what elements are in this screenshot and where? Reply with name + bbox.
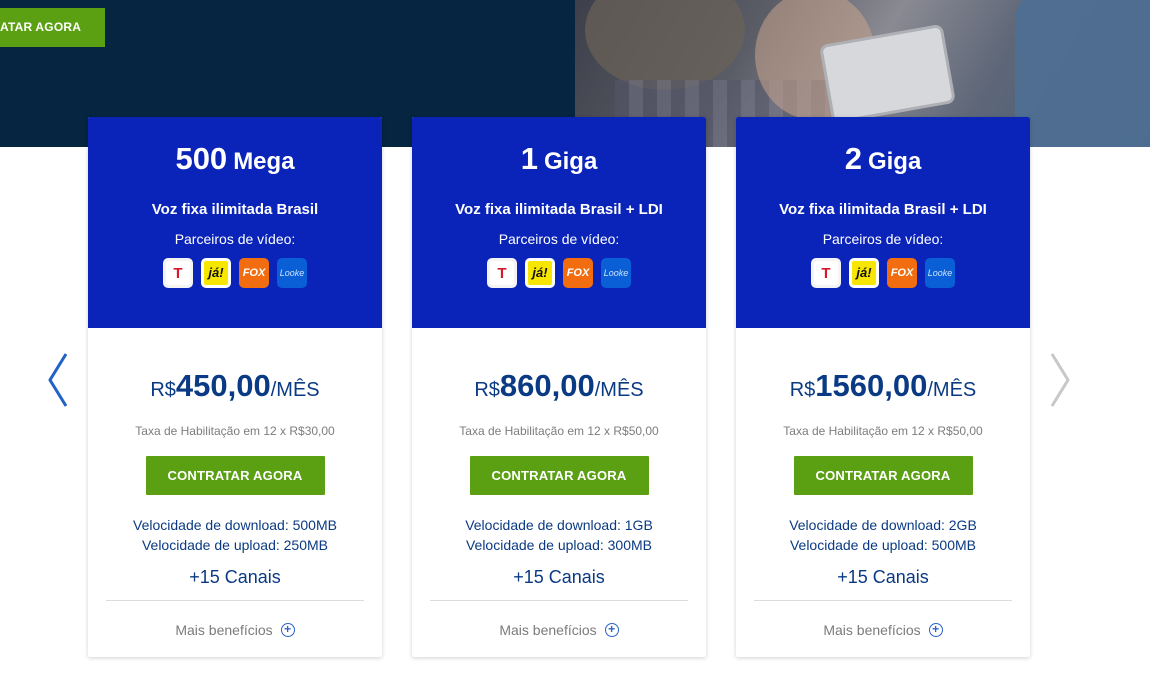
telecine-play-logo: T	[811, 258, 841, 288]
partners-label: Parceiros de vídeo:	[822, 231, 944, 247]
upload-speed: Velocidade de upload: 300MB	[465, 537, 653, 553]
plan-price: R$860,00/MÊS	[412, 368, 706, 408]
telecine-play-logo: T	[163, 258, 193, 288]
ja-logo: já!	[525, 258, 555, 288]
more-benefits-label: Mais benefícios	[175, 622, 273, 638]
plus-circle-icon: +	[280, 623, 295, 637]
plan-price: R$1560,00/MÊS	[736, 368, 1030, 408]
plan-name: 2 Giga	[736, 117, 1030, 189]
plan-speed-unit: Mega	[233, 148, 295, 175]
plus-circle-icon: +	[928, 623, 943, 637]
chevron-left-icon	[48, 353, 68, 407]
speed-info: Velocidade de download: 500MB Velocidade…	[88, 515, 382, 555]
carousel-prev-button[interactable]	[44, 350, 74, 410]
plan-card-header: 500 Mega Voz fixa ilimitada Brasil Parcei…	[88, 117, 382, 328]
fox-logo: FOX	[887, 258, 917, 288]
divider	[754, 600, 1012, 601]
price-period: /MÊS	[270, 379, 320, 401]
price-period: /MÊS	[594, 379, 644, 401]
plan-voice: Voz fixa ilimitada Brasil + LDI	[455, 201, 663, 218]
photo-shape	[1015, 0, 1150, 147]
upload-speed: Velocidade de upload: 250MB	[141, 537, 329, 553]
plan-speed-number: 1	[520, 141, 538, 176]
upload-speed: Velocidade de upload: 500MB	[789, 537, 977, 553]
more-benefits-link[interactable]: Mais benefícios +	[736, 622, 1030, 638]
plan-card-header: 2 Giga Voz fixa ilimitada Brasil + LDI Pa…	[736, 117, 1030, 328]
partners-label: Parceiros de vídeo:	[174, 231, 296, 247]
price-currency: R$	[789, 379, 816, 401]
looke-logo: Looke	[601, 258, 631, 288]
partner-logos: T já! FOX Looke	[412, 258, 706, 288]
speed-info: Velocidade de download: 1GB Velocidade d…	[412, 515, 706, 555]
channels-count: +15 Canais	[513, 567, 605, 587]
setup-fee: Taxa de Habilitação em 12 x R$50,00	[459, 424, 659, 438]
plan-speed-unit: Giga	[867, 148, 922, 175]
looke-logo: Looke	[277, 258, 307, 288]
price-currency: R$	[474, 379, 500, 401]
contract-button[interactable]: CONTRATAR AGORA	[469, 456, 649, 495]
plan-card-header: 1 Giga Voz fixa ilimitada Brasil + LDI Pa…	[412, 117, 706, 328]
more-benefits-label: Mais benefícios	[823, 622, 921, 638]
download-speed: Velocidade de download: 500MB	[133, 517, 337, 533]
hero-cta-button[interactable]: ATAR AGORA	[0, 8, 105, 47]
more-benefits-link[interactable]: Mais benefícios +	[412, 622, 706, 638]
plan-speed-number: 500	[175, 141, 228, 176]
divider	[106, 600, 364, 601]
plan-card: 2 Giga Voz fixa ilimitada Brasil + LDI Pa…	[736, 117, 1030, 657]
partner-logos: T já! FOX Looke	[88, 258, 382, 288]
plan-card: 500 Mega Voz fixa ilimitada Brasil Parcei…	[88, 117, 382, 657]
price-currency: R$	[150, 379, 176, 401]
plan-voice: Voz fixa ilimitada Brasil + LDI	[779, 201, 987, 218]
price-value: 860,00	[499, 368, 595, 403]
divider	[430, 600, 688, 601]
contract-button[interactable]: CONTRATAR AGORA	[145, 456, 325, 495]
plan-voice: Voz fixa ilimitada Brasil	[151, 201, 319, 218]
plan-name: 1 Giga	[412, 117, 706, 189]
chevron-right-icon	[1050, 353, 1070, 407]
setup-fee: Taxa de Habilitação em 12 x R$30,00	[135, 424, 335, 438]
channels-count: +15 Canais	[837, 567, 929, 587]
price-value: 450,00	[175, 368, 271, 403]
ja-logo: já!	[201, 258, 231, 288]
looke-logo: Looke	[925, 258, 955, 288]
plus-circle-icon: +	[604, 623, 619, 637]
partner-logos: T já! FOX Looke	[736, 258, 1030, 288]
speed-info: Velocidade de download: 2GB Velocidade d…	[736, 515, 1030, 555]
photo-shape	[585, 0, 745, 90]
price-value: 1560,00	[815, 368, 928, 403]
setup-fee: Taxa de Habilitação em 12 x R$50,00	[783, 424, 983, 438]
price-period: /MÊS	[927, 379, 977, 401]
more-benefits-label: Mais benefícios	[499, 622, 597, 638]
more-benefits-link[interactable]: Mais benefícios +	[88, 622, 382, 638]
plan-price: R$450,00/MÊS	[88, 368, 382, 408]
plan-card: 1 Giga Voz fixa ilimitada Brasil + LDI Pa…	[412, 117, 706, 657]
download-speed: Velocidade de download: 1GB	[465, 517, 653, 533]
fox-logo: FOX	[563, 258, 593, 288]
fox-logo: FOX	[239, 258, 269, 288]
contract-button[interactable]: CONTRATAR AGORA	[793, 456, 973, 495]
telecine-play-logo: T	[487, 258, 517, 288]
download-speed: Velocidade de download: 2GB	[789, 517, 977, 533]
carousel-next-button[interactable]	[1046, 350, 1076, 410]
ja-logo: já!	[849, 258, 879, 288]
plan-name: 500 Mega	[88, 117, 382, 189]
partners-label: Parceiros de vídeo:	[498, 231, 620, 247]
plan-speed-number: 2	[844, 141, 862, 176]
channels-count: +15 Canais	[189, 567, 281, 587]
plan-speed-unit: Giga	[543, 148, 598, 175]
